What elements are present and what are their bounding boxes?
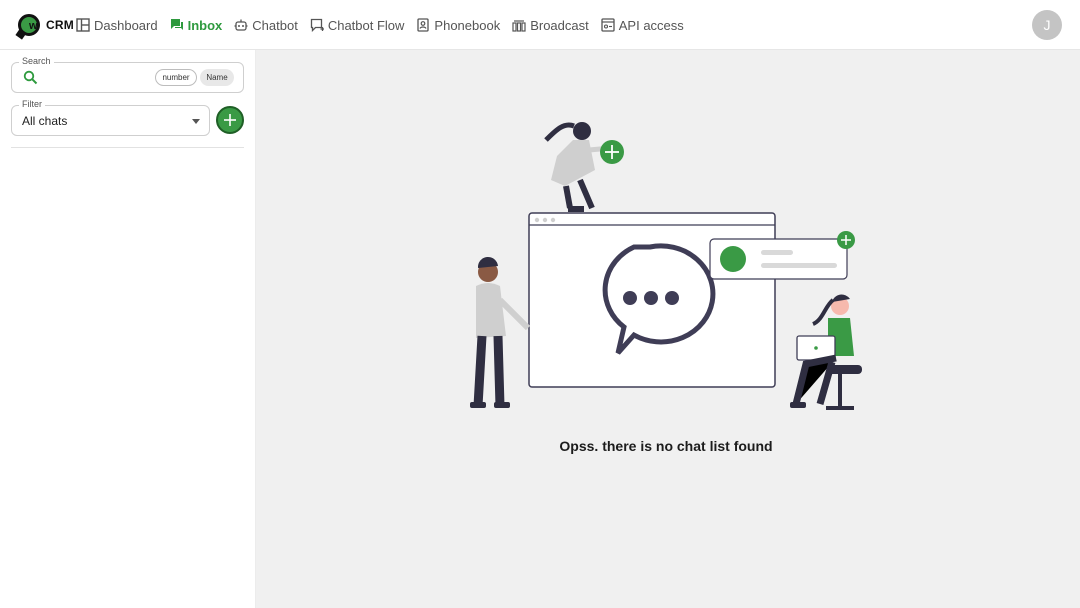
contact-icon bbox=[417, 18, 430, 32]
logo-letter: w bbox=[29, 20, 38, 32]
nav-broadcast[interactable]: Broadcast bbox=[512, 0, 589, 50]
woman-holding-plus-illustration bbox=[544, 122, 624, 212]
sidebar-divider bbox=[11, 147, 244, 148]
api-icon bbox=[601, 18, 615, 32]
search-label: Search bbox=[19, 56, 54, 66]
chat-main-area: Opss. there is no chat list found bbox=[256, 50, 1080, 608]
filter-label: Filter bbox=[19, 99, 45, 109]
user-avatar[interactable]: J bbox=[1032, 10, 1062, 40]
broadcast-icon bbox=[512, 20, 526, 32]
nav-label: Broadcast bbox=[530, 17, 589, 33]
nav-dashboard[interactable]: Dashboard bbox=[76, 0, 158, 50]
filter-selected-value: All chats bbox=[22, 114, 68, 128]
top-navbar: w CRM Dashboard Inbox Chatbot Chatbot Fl… bbox=[0, 0, 1080, 50]
inbox-icon bbox=[170, 19, 183, 30]
search-by-name-chip[interactable]: Name bbox=[200, 69, 234, 86]
dashboard-icon bbox=[76, 18, 90, 32]
chat-bubble-logo-icon: w bbox=[18, 14, 40, 36]
man-standing-illustration bbox=[470, 256, 531, 408]
nav-label: Chatbot bbox=[252, 17, 298, 33]
nav-label: Inbox bbox=[187, 17, 223, 33]
nav-api-access[interactable]: API access bbox=[601, 0, 684, 50]
empty-chat-message: Opss. there is no chat list found bbox=[559, 438, 773, 454]
app-logo[interactable]: w CRM bbox=[18, 13, 74, 37]
search-field[interactable]: Search number Name bbox=[11, 56, 244, 93]
nav-phonebook[interactable]: Phonebook bbox=[416, 0, 500, 50]
search-icon bbox=[23, 70, 38, 85]
woman-with-laptop-illustration bbox=[790, 294, 862, 410]
nav-label: Dashboard bbox=[94, 17, 158, 33]
nav-inbox[interactable]: Inbox bbox=[170, 0, 223, 50]
robot-icon bbox=[234, 19, 248, 31]
chat-sidebar: Search number Name Filter All chats bbox=[0, 50, 256, 608]
nav-label: Chatbot Flow bbox=[327, 17, 405, 33]
logo-text: CRM bbox=[46, 18, 74, 32]
new-chat-button[interactable] bbox=[216, 106, 244, 134]
empty-state-illustration bbox=[470, 122, 862, 410]
chevron-down-icon bbox=[192, 119, 200, 124]
search-by-number-chip[interactable]: number bbox=[155, 69, 197, 86]
nav-label: Phonebook bbox=[434, 17, 501, 33]
nav-chatbot-flow[interactable]: Chatbot Flow bbox=[310, 0, 405, 50]
main-nav: Dashboard Inbox Chatbot Chatbot Flow Pho… bbox=[76, 0, 684, 50]
nav-chatbot[interactable]: Chatbot bbox=[234, 0, 298, 50]
nav-label: API access bbox=[618, 17, 684, 33]
filter-select[interactable]: Filter All chats bbox=[11, 99, 210, 136]
plus-icon bbox=[224, 114, 236, 126]
flow-icon bbox=[310, 18, 324, 32]
